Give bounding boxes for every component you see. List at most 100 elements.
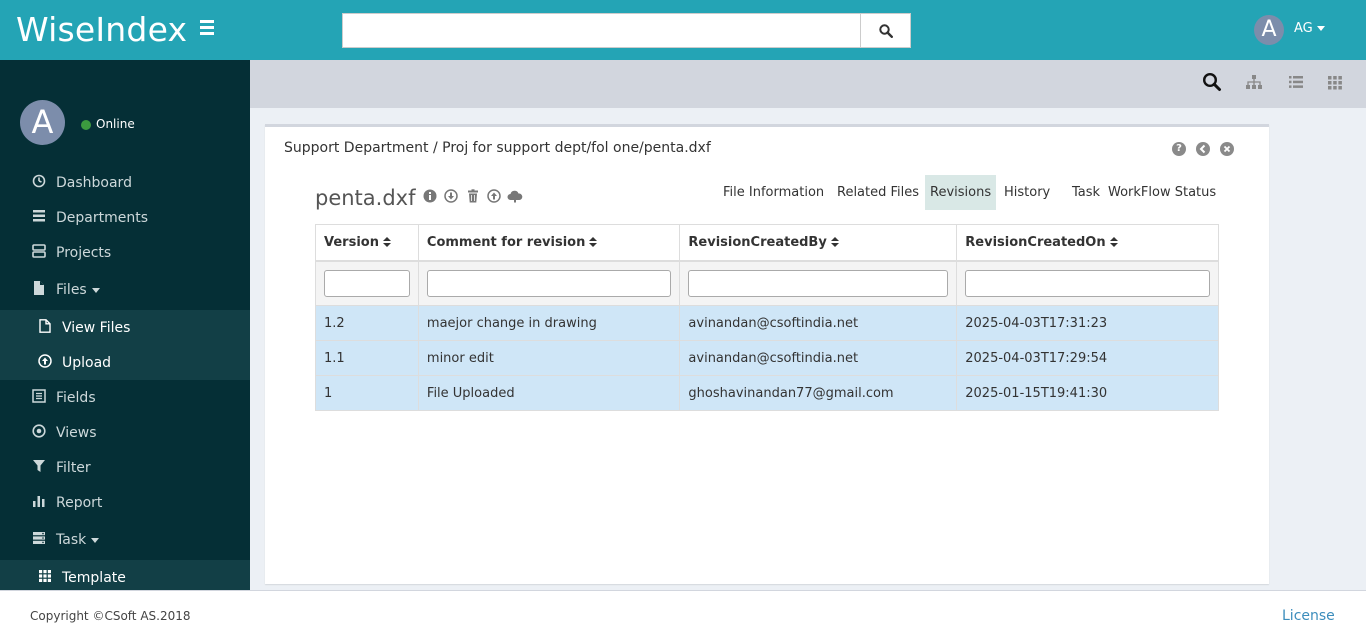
sidebar-item-label: Task xyxy=(56,531,100,549)
table-row[interactable]: 1.1 minor edit avinandan@csoftindia.net … xyxy=(315,340,1219,376)
task-icon xyxy=(33,532,45,544)
main-content: Support Department / Proj for support de… xyxy=(250,60,1366,590)
table-row[interactable]: 1.2 maejor change in drawing avinandan@c… xyxy=(315,305,1219,341)
upload-icon xyxy=(38,354,52,368)
tab-revisions[interactable]: Revisions xyxy=(925,175,997,210)
user-avatar[interactable]: A xyxy=(1254,15,1284,45)
filter-cell xyxy=(315,260,419,306)
view-toolbar xyxy=(250,60,1366,108)
tab-file-information[interactable]: File Information xyxy=(718,175,829,210)
view-files-icon xyxy=(39,319,51,333)
sidebar-item-view-files[interactable]: View Files xyxy=(0,310,250,345)
cell-created-by: avinandan@csoftindia.net xyxy=(679,305,958,341)
tab-workflow-status[interactable]: WorkFlow Status xyxy=(1103,175,1221,210)
sitemap-icon[interactable] xyxy=(1244,72,1264,92)
sidebar-item-label: Fields xyxy=(56,390,96,406)
file-title: penta.dxf xyxy=(315,186,416,210)
column-header-created-by[interactable]: RevisionCreatedBy xyxy=(679,224,958,262)
sidebar-item-views[interactable]: Views xyxy=(0,415,250,450)
sidebar-item-report[interactable]: Report xyxy=(0,485,250,520)
sidebar-item-label: Template xyxy=(62,570,126,586)
views-icon xyxy=(32,424,46,438)
list-view-icon[interactable] xyxy=(1286,72,1306,92)
cell-created-on: 2025-04-03T17:29:54 xyxy=(956,340,1219,376)
sidebar-item-label: Files xyxy=(56,281,100,299)
cell-created-by: avinandan@csoftindia.net xyxy=(679,340,958,376)
tab-history[interactable]: History xyxy=(999,175,1055,210)
footer: Copyright ©CSoft AS.2018 License xyxy=(0,590,1366,638)
info-icon[interactable] xyxy=(423,189,437,203)
sidebar-item-label: Report xyxy=(56,495,103,511)
column-header-created-on[interactable]: RevisionCreatedOn xyxy=(956,224,1219,262)
sidebar-item-task[interactable]: Task xyxy=(0,522,250,557)
filter-created-on-input[interactable] xyxy=(965,269,1210,297)
report-icon xyxy=(33,496,45,507)
sidebar-item-projects[interactable]: Projects xyxy=(0,235,250,270)
cell-created-on: 2025-04-03T17:31:23 xyxy=(956,305,1219,341)
filter-cell xyxy=(679,260,958,306)
sidebar-item-filter[interactable]: Filter xyxy=(0,450,250,485)
cell-comment: maejor change in drawing xyxy=(417,305,681,341)
menu-toggle-icon[interactable] xyxy=(200,20,216,38)
tab-related-files[interactable]: Related Files xyxy=(832,175,924,210)
search-icon xyxy=(878,23,893,38)
sidebar-item-label: Filter xyxy=(56,460,91,476)
sidebar: A Online Dashboard Departments Projects … xyxy=(0,60,250,590)
sort-icon xyxy=(1109,237,1118,248)
column-header-comment[interactable]: Comment for revision xyxy=(417,224,681,262)
search-input[interactable] xyxy=(342,13,861,48)
sidebar-item-dashboard[interactable]: Dashboard xyxy=(0,165,250,200)
projects-icon xyxy=(32,244,46,258)
sidebar-item-label: Upload xyxy=(62,355,112,371)
chevron-down-icon xyxy=(91,287,100,293)
close-icon[interactable] xyxy=(1220,142,1234,156)
search-button[interactable] xyxy=(861,13,911,48)
revisions-table: Version Comment for revision RevisionCre… xyxy=(315,224,1219,411)
sort-icon xyxy=(382,237,391,248)
filter-cell xyxy=(956,260,1219,306)
online-status: Online xyxy=(96,117,135,131)
upload-revision-icon[interactable] xyxy=(487,189,501,203)
grid-view-icon[interactable] xyxy=(1325,72,1345,92)
sidebar-avatar: A xyxy=(20,100,65,145)
help-icon[interactable]: ? xyxy=(1172,142,1186,156)
sidebar-item-template[interactable]: Template xyxy=(0,560,250,590)
sidebar-item-fields[interactable]: Fields xyxy=(0,380,250,415)
table-row[interactable]: 1 File Uploaded ghoshavinandan77@gmail.c… xyxy=(315,375,1219,411)
search-bar xyxy=(342,13,911,48)
cell-version: 1.1 xyxy=(315,340,419,376)
file-icon xyxy=(34,281,44,295)
brand-logo[interactable]: WiseIndex xyxy=(16,10,187,50)
user-name: AG xyxy=(1294,21,1313,36)
user-menu[interactable]: AG xyxy=(1294,20,1325,38)
cell-comment: minor edit xyxy=(417,340,681,376)
cloud-upload-icon[interactable] xyxy=(507,189,523,203)
back-icon[interactable] xyxy=(1196,142,1210,156)
sidebar-item-label: Views xyxy=(56,425,97,441)
filter-version-input[interactable] xyxy=(324,269,410,297)
departments-icon xyxy=(33,210,45,222)
cell-created-by: ghoshavinandan77@gmail.com xyxy=(679,375,958,411)
cell-comment: File Uploaded xyxy=(417,375,681,411)
template-icon xyxy=(39,570,51,582)
fields-icon xyxy=(32,389,46,403)
sidebar-item-departments[interactable]: Departments xyxy=(0,200,250,235)
trash-icon[interactable] xyxy=(466,189,480,203)
file-detail-panel: Support Department / Proj for support de… xyxy=(265,124,1269,584)
download-icon[interactable] xyxy=(444,189,458,203)
filter-created-by-input[interactable] xyxy=(688,269,949,297)
cell-created-on: 2025-01-15T19:41:30 xyxy=(956,375,1219,411)
sidebar-item-label: Dashboard xyxy=(56,175,132,191)
sidebar-item-label: Projects xyxy=(56,245,112,261)
column-header-version[interactable]: Version xyxy=(315,224,419,262)
top-navbar: WiseIndex A AG xyxy=(0,0,1366,60)
search-icon[interactable] xyxy=(1202,72,1222,92)
filter-icon xyxy=(33,460,45,472)
dashboard-icon xyxy=(32,174,46,188)
license-link[interactable]: License xyxy=(1282,607,1335,625)
cell-version: 1.2 xyxy=(315,305,419,341)
filter-comment-input[interactable] xyxy=(426,269,672,297)
tab-task[interactable]: Task xyxy=(1067,175,1105,210)
sidebar-item-files[interactable]: Files xyxy=(0,272,250,307)
sidebar-item-upload[interactable]: Upload xyxy=(0,345,250,380)
